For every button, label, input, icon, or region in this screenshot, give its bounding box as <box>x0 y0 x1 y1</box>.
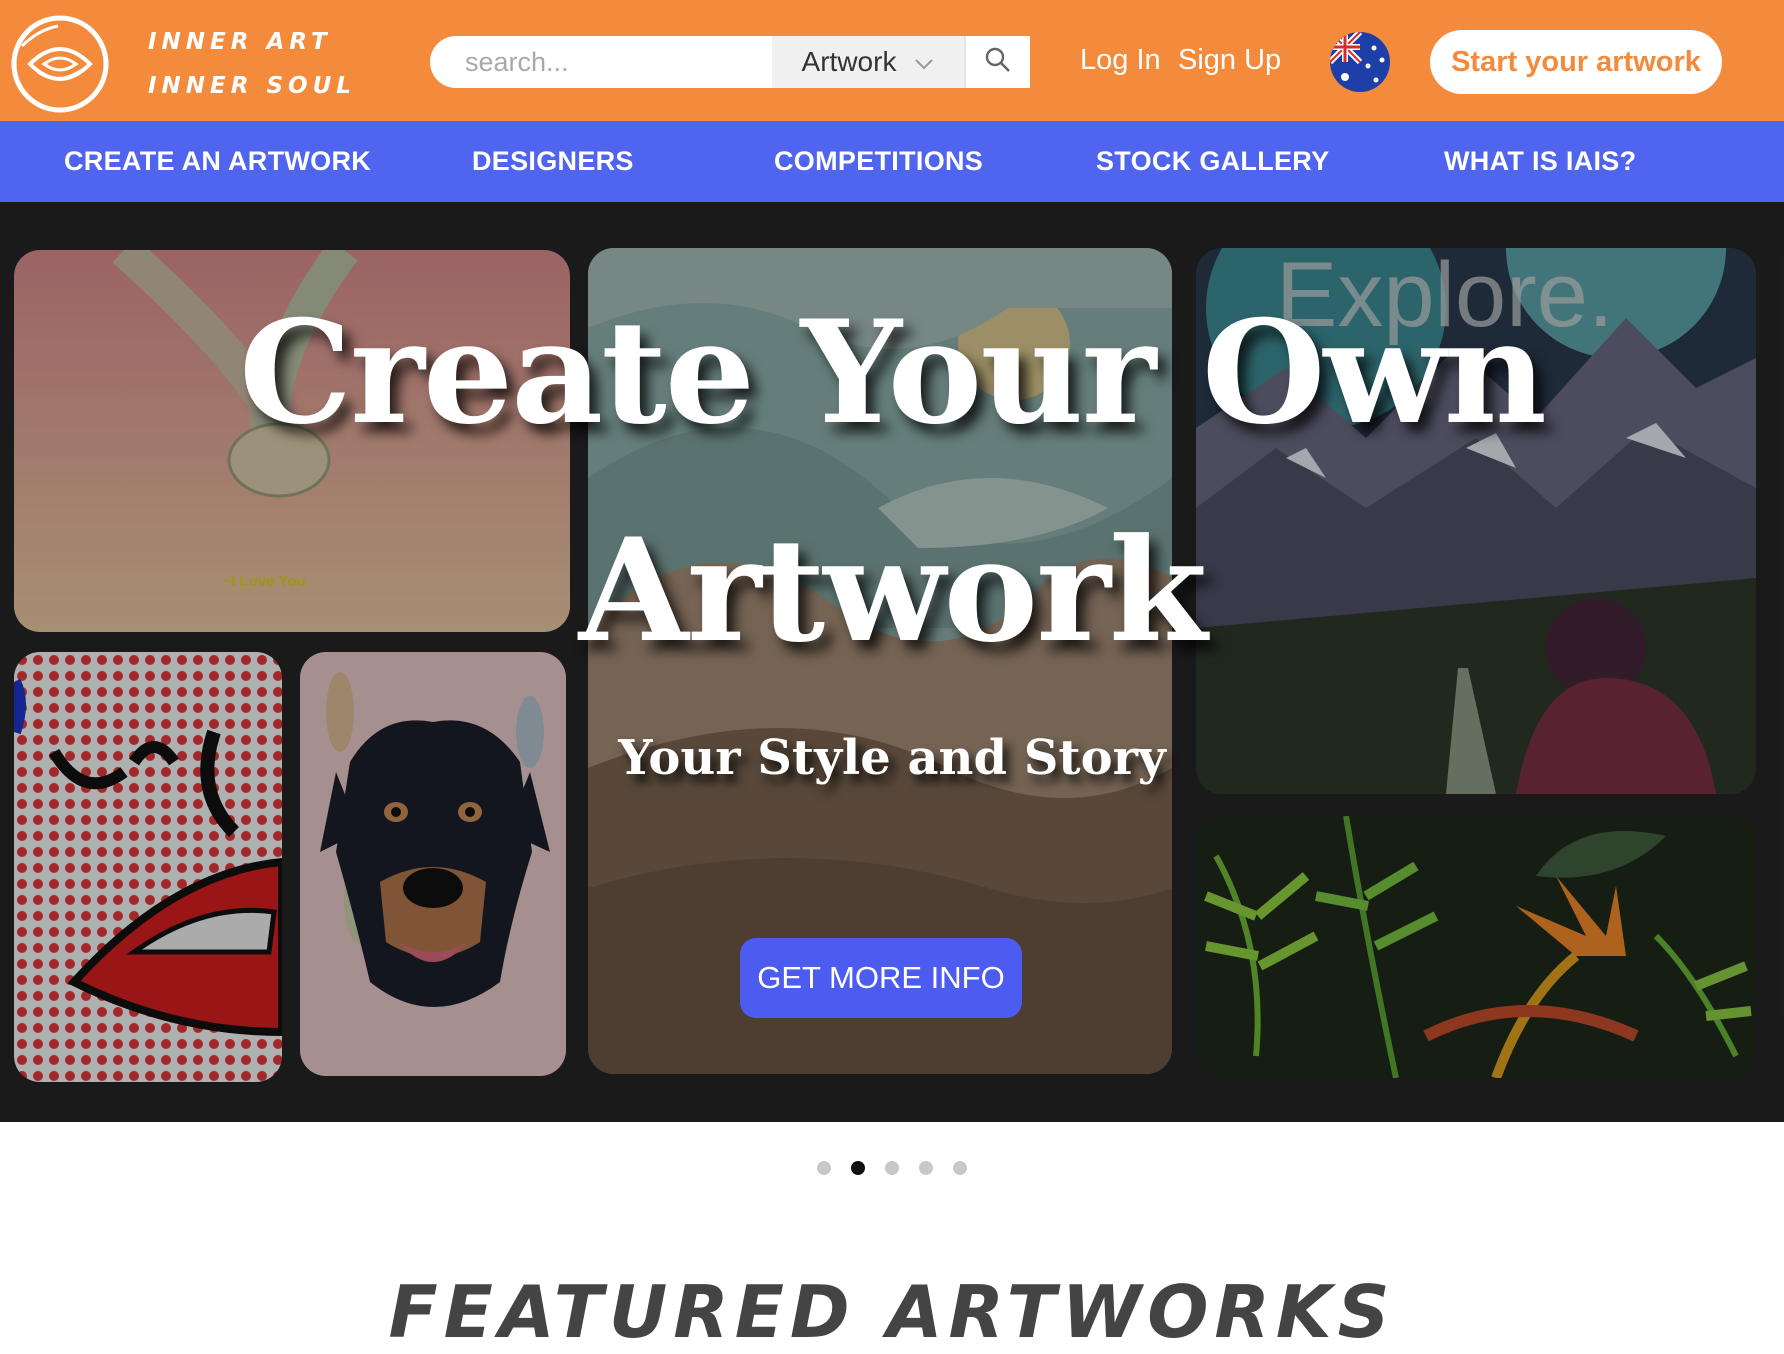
top-header: INNER ART INNER SOUL Artwork Log In Sign… <box>0 0 1784 121</box>
logo-wordmark[interactable]: INNER ART INNER SOUL <box>148 20 356 108</box>
search-button[interactable] <box>964 36 1030 88</box>
nav-competitions[interactable]: COMPETITIONS <box>774 121 983 202</box>
carousel-dot-1[interactable] <box>817 1161 831 1175</box>
hero-title-line-2: Artwork <box>578 508 1208 674</box>
logo-line-1: INNER ART <box>148 29 332 55</box>
nav-designers[interactable]: DESIGNERS <box>472 121 634 202</box>
search-category-select[interactable]: Artwork <box>772 36 964 88</box>
australia-flag-icon[interactable] <box>1330 32 1390 92</box>
start-artwork-button[interactable]: Start your artwork <box>1430 30 1722 94</box>
signup-link[interactable]: Sign Up <box>1178 44 1281 77</box>
hero-carousel[interactable]: ~I Love You Explore. Create Your Own Art… <box>0 202 1784 1122</box>
carousel-indicators <box>0 1161 1784 1175</box>
artwork-tile-tropical[interactable] <box>1196 816 1756 1078</box>
search-category-value: Artwork <box>801 46 897 77</box>
carousel-dot-4[interactable] <box>919 1161 933 1175</box>
hero-title-line-1: Create Your Own <box>239 290 1547 456</box>
login-link[interactable]: Log In <box>1080 44 1161 77</box>
nav-what-is-iais[interactable]: WHAT IS IAIS? <box>1444 121 1636 202</box>
hero-subtitle: Your Style and Story <box>618 730 1166 786</box>
search-icon <box>984 46 1012 79</box>
carousel-dot-3[interactable] <box>885 1161 899 1175</box>
search-input[interactable] <box>430 36 772 88</box>
carousel-dot-2[interactable] <box>851 1161 865 1175</box>
nav-create-artwork[interactable]: CREATE AN ARTWORK <box>64 121 371 202</box>
featured-artworks-heading: FEATURED ARTWORKS <box>388 1270 1396 1354</box>
artwork-tile-pop-lips[interactable] <box>14 652 282 1082</box>
logo-line-2: INNER SOUL <box>148 73 356 99</box>
logo-icon[interactable] <box>8 12 112 116</box>
search-bar: Artwork <box>430 36 1030 88</box>
nav-stock-gallery[interactable]: STOCK GALLERY <box>1096 121 1329 202</box>
main-nav: CREATE AN ARTWORK DESIGNERS COMPETITIONS… <box>0 121 1784 202</box>
carousel-dot-5[interactable] <box>953 1161 967 1175</box>
chevron-down-icon <box>914 46 934 78</box>
get-more-info-button[interactable]: GET MORE INFO <box>740 938 1022 1018</box>
artwork-tile-dog-portrait[interactable] <box>300 652 566 1076</box>
